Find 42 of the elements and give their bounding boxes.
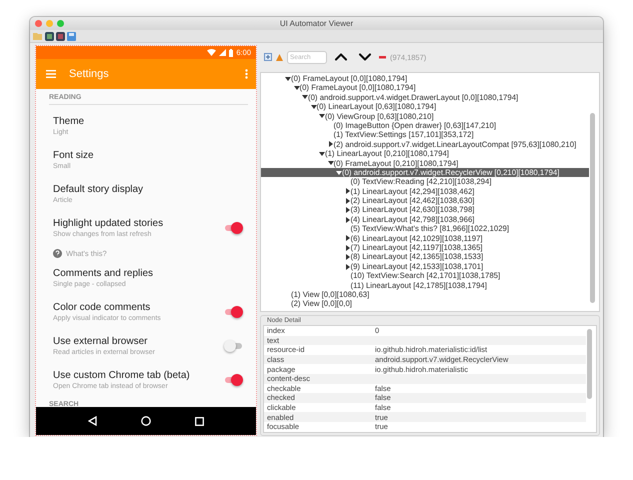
window-title: UI Automator Viewer	[280, 19, 354, 28]
collapse-triangle-icon[interactable]	[285, 76, 291, 82]
expand-all-icon[interactable]	[264, 53, 272, 61]
battery-icon	[229, 48, 234, 56]
wifi-icon	[207, 49, 216, 56]
expand-triangle-icon[interactable]	[344, 216, 350, 223]
expand-triangle-icon[interactable]	[344, 254, 350, 260]
recents-icon[interactable]	[195, 416, 204, 426]
setting-title[interactable]: Color code comments	[53, 300, 150, 314]
collapse-triangle-icon[interactable]	[319, 113, 325, 120]
signal-icon	[219, 49, 226, 56]
toggle-switch[interactable]	[224, 222, 243, 234]
expand-triangle-icon[interactable]	[344, 188, 350, 194]
expand-triangle-icon[interactable]	[344, 198, 350, 204]
toggle-switch[interactable]	[224, 306, 243, 318]
expand-triangle-icon[interactable]	[344, 235, 350, 242]
setting-title[interactable]: Font size	[53, 148, 94, 162]
expand-triangle-icon[interactable]	[344, 264, 350, 270]
setting-title[interactable]: Comments and replies	[53, 266, 154, 280]
setting-title[interactable]: Default story display	[53, 182, 144, 196]
collapse-triangle-icon[interactable]	[310, 104, 316, 110]
collapse-triangle-icon[interactable]	[328, 160, 334, 166]
setting-title[interactable]: Theme	[53, 114, 84, 128]
setting-title[interactable]: Use external browser	[53, 334, 148, 348]
expand-triangle-icon[interactable]	[344, 207, 350, 214]
collapse-triangle-icon[interactable]	[319, 150, 325, 157]
app-bar-title: Settings	[69, 68, 110, 80]
back-icon[interactable]	[88, 416, 97, 426]
scrollbar-thumb[interactable]	[590, 113, 595, 303]
home-icon[interactable]	[141, 416, 151, 426]
toggle-switch[interactable]	[224, 374, 243, 386]
collapse-triangle-icon[interactable]	[336, 170, 342, 176]
minus-icon[interactable]	[379, 56, 386, 58]
setting-title[interactable]: Highlight updated stories	[53, 216, 164, 230]
expand-triangle-icon[interactable]	[328, 141, 334, 148]
expand-triangle-icon[interactable]	[344, 244, 350, 251]
scrollbar-thumb[interactable]	[587, 329, 592, 399]
question-icon	[53, 248, 62, 258]
collapse-triangle-icon[interactable]	[302, 94, 308, 100]
setting-title[interactable]: Use custom Chrome tab (beta)	[53, 368, 190, 382]
toggle-switch[interactable]	[224, 340, 243, 352]
collapse-triangle-icon[interactable]	[294, 85, 300, 92]
